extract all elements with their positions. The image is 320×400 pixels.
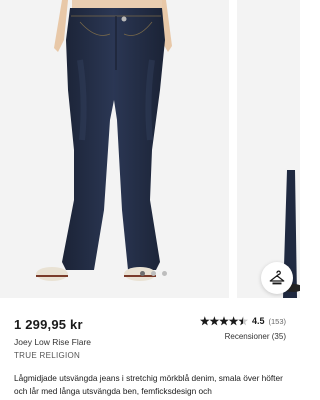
product-description: Lågmidjade utsvängda jeans i stretchig m… — [14, 373, 283, 396]
star-icons — [199, 316, 248, 326]
jeans-photo — [36, 0, 172, 281]
star-icon — [219, 316, 229, 326]
product-image[interactable] — [0, 0, 229, 298]
next-photo-peek — [283, 170, 300, 298]
star-icon — [228, 316, 239, 326]
carousel-dot[interactable] — [151, 271, 156, 276]
star-icon — [209, 316, 220, 326]
carousel-dot[interactable] — [140, 271, 145, 276]
reviews-link[interactable]: Recensioner (35) — [225, 332, 286, 341]
product-image-carousel[interactable]: 605 — [0, 0, 300, 298]
slide-gap — [229, 0, 237, 298]
rating-count: (153) — [268, 316, 286, 326]
carousel-indicator — [140, 271, 167, 276]
product-price: 1 299,95 kr — [14, 317, 83, 332]
product-rating[interactable]: 4.5 (153) — [199, 316, 286, 326]
save-to-wardrobe-button[interactable] — [261, 262, 293, 294]
next-product-image[interactable]: 605 — [237, 0, 300, 298]
star-half-icon — [238, 316, 248, 326]
star-icon — [199, 316, 210, 326]
product-brand[interactable]: TRUE RELIGION — [14, 351, 80, 360]
hanger-icon — [269, 270, 285, 285]
rating-value: 4.5 — [251, 316, 265, 326]
star-rating — [199, 316, 248, 326]
product-name: Joey Low Rise Flare — [14, 337, 92, 347]
carousel-dot[interactable] — [162, 271, 167, 276]
